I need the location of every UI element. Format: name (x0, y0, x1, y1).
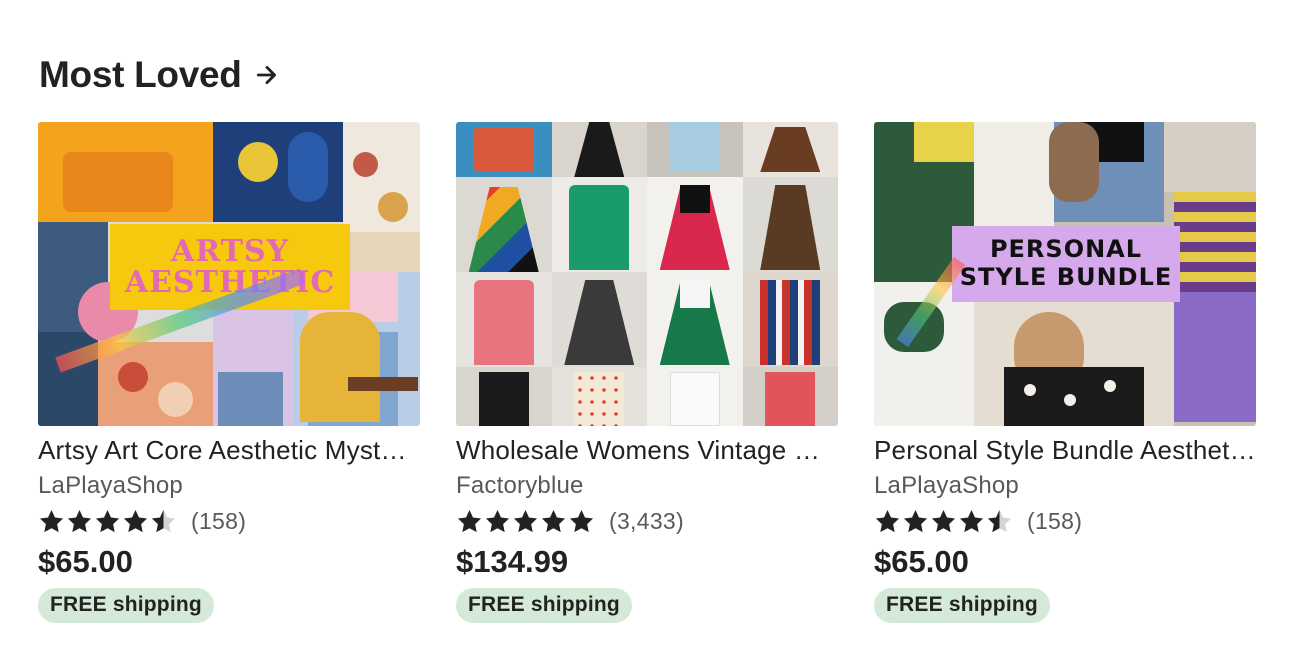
star-rating (874, 508, 1013, 535)
listing-cards: ARTSY AESTHETIC Artsy Art Core Aesthetic… (38, 122, 1256, 623)
star-icon (67, 509, 92, 532)
free-shipping-badge: FREE shipping (38, 588, 214, 623)
free-shipping-badge: FREE shipping (874, 588, 1050, 623)
review-count: (158) (1027, 507, 1083, 534)
listing-image[interactable]: PERSONAL STYLE BUNDLE (874, 122, 1256, 426)
rating: (158) (38, 507, 420, 535)
star-icon (875, 509, 900, 532)
image-text-line: PERSONAL (989, 235, 1143, 264)
listing-card[interactable]: ARTSY AESTHETIC Artsy Art Core Aesthetic… (38, 122, 420, 623)
review-count: (3,433) (609, 507, 684, 534)
section-header-most-loved[interactable]: Most Loved (39, 54, 280, 96)
shop-name: Factoryblue (456, 472, 584, 499)
listing-card[interactable]: Wholesale Womens Vintage Dresses Bundle … (456, 122, 838, 623)
star-icon (931, 509, 956, 532)
image-text-line: STYLE BUNDLE (959, 263, 1173, 291)
shop-name: LaPlayaShop (874, 472, 1019, 499)
listing-title[interactable]: Wholesale Womens Vintage Dresses Bundle (456, 435, 838, 466)
listing-title[interactable]: Personal Style Bundle Aesthetic Mystery … (874, 435, 1256, 466)
star-half-icon (987, 509, 1012, 532)
star-icon (95, 509, 120, 532)
arrow-right-icon (256, 66, 276, 84)
star-icon (485, 509, 510, 532)
shop-name: LaPlayaShop (38, 472, 183, 499)
star-icon (541, 509, 566, 532)
price: $134.99 (456, 544, 569, 579)
listing-card[interactable]: PERSONAL STYLE BUNDLE Personal Style Bun… (874, 122, 1256, 623)
star-icon (39, 509, 64, 532)
free-shipping-badge: FREE shipping (456, 588, 632, 623)
star-icon (959, 509, 984, 532)
image-overlay-label: PERSONAL STYLE BUNDLE (952, 226, 1180, 302)
star-half-icon (151, 509, 176, 532)
star-icon (123, 509, 148, 532)
rating: (3,433) (456, 507, 838, 535)
star-icon (903, 509, 928, 532)
star-icon (569, 509, 594, 532)
review-count: (158) (191, 507, 247, 534)
price: $65.00 (874, 544, 969, 579)
star-icon (457, 509, 482, 532)
image-text-line: ARTSY (170, 233, 290, 269)
price: $65.00 (38, 544, 133, 579)
star-rating (456, 508, 595, 535)
section-title: Most Loved (39, 54, 242, 95)
rating: (158) (874, 507, 1256, 535)
star-rating (38, 508, 177, 535)
listing-image[interactable]: ARTSY AESTHETIC (38, 122, 420, 426)
listing-title[interactable]: Artsy Art Core Aesthetic Mystery Bundle (38, 435, 420, 466)
listing-image[interactable] (456, 122, 838, 426)
star-icon (513, 509, 538, 532)
